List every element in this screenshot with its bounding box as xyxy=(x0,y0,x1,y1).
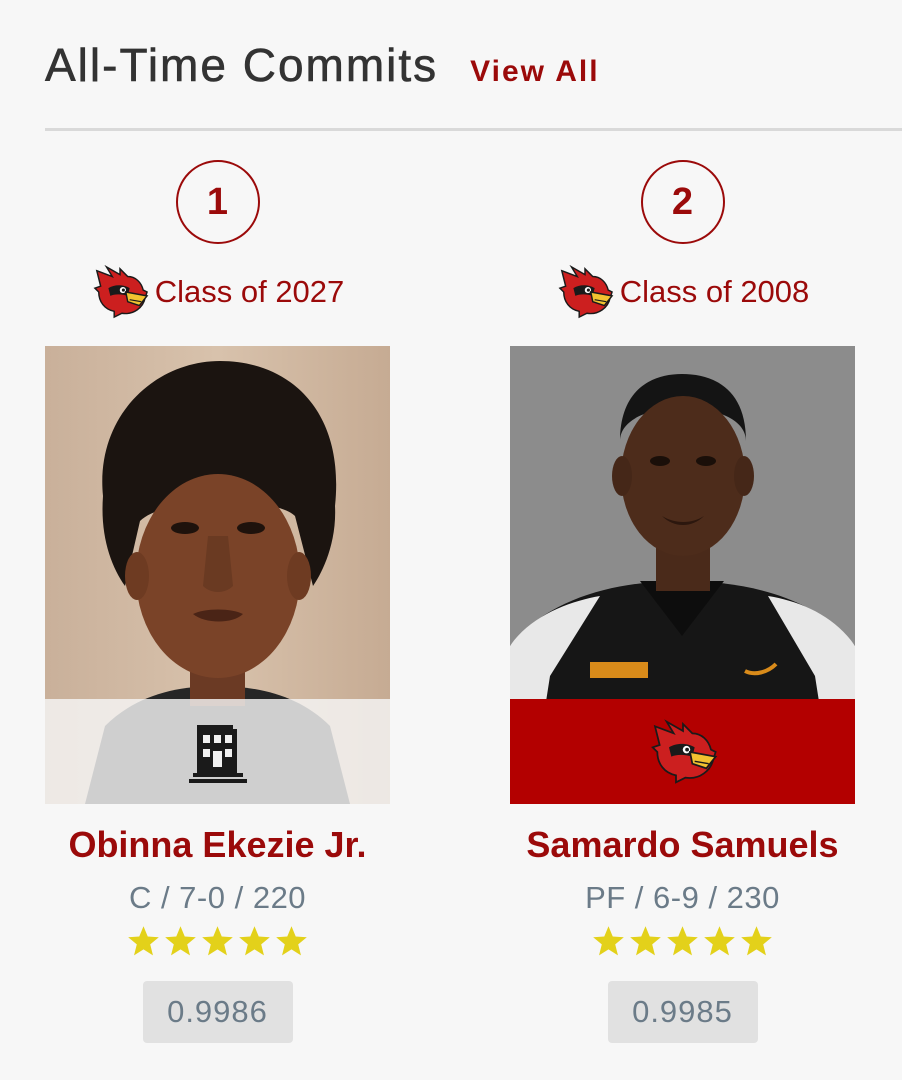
player-photo[interactable] xyxy=(510,346,855,804)
star-icon xyxy=(163,924,198,959)
star-icon xyxy=(702,924,737,959)
player-photo[interactable] xyxy=(45,346,390,804)
cardinal-logo-icon xyxy=(556,263,614,321)
player-measurements: PF / 6-9 / 230 xyxy=(585,880,780,915)
view-all-link[interactable]: View All xyxy=(470,55,599,89)
star-icon xyxy=(739,924,774,959)
rating-score: 0.9986 xyxy=(142,981,293,1043)
rating-score: 0.9985 xyxy=(607,981,758,1043)
star-rating xyxy=(126,924,309,959)
all-time-commits-page: All-Time Commits View All 1 Class of 202… xyxy=(0,0,902,1080)
star-icon xyxy=(665,924,700,959)
cardinal-logo-icon xyxy=(648,717,718,787)
star-icon xyxy=(200,924,235,959)
school-building-icon xyxy=(183,717,253,787)
class-label: Class of 2008 xyxy=(619,274,810,309)
class-row: Class of 2008 xyxy=(556,263,810,321)
player-name[interactable]: Obinna Ekezie Jr. xyxy=(68,824,366,866)
header-divider xyxy=(45,128,902,131)
cardinal-logo-icon xyxy=(91,263,149,321)
section-header: All-Time Commits View All xyxy=(45,38,600,92)
commit-card[interactable]: 2 Class of 2008 Samardo Samuels PF / 6-9… xyxy=(510,160,855,1043)
commit-card[interactable]: 1 Class of 2027 Obinna Ekezie Jr. C / 7-… xyxy=(45,160,390,1043)
star-rating xyxy=(591,924,774,959)
star-icon xyxy=(126,924,161,959)
school-band xyxy=(45,699,390,804)
player-measurements: C / 7-0 / 220 xyxy=(128,880,307,915)
class-row: Class of 2027 xyxy=(91,263,345,321)
star-icon xyxy=(628,924,663,959)
team-band xyxy=(510,699,855,804)
star-icon xyxy=(274,924,309,959)
section-title: All-Time Commits xyxy=(45,39,439,92)
rank-badge: 2 xyxy=(640,160,725,244)
rank-badge: 1 xyxy=(175,160,260,244)
class-label: Class of 2027 xyxy=(154,274,345,309)
star-icon xyxy=(237,924,272,959)
star-icon xyxy=(591,924,626,959)
player-name[interactable]: Samardo Samuels xyxy=(526,824,838,866)
